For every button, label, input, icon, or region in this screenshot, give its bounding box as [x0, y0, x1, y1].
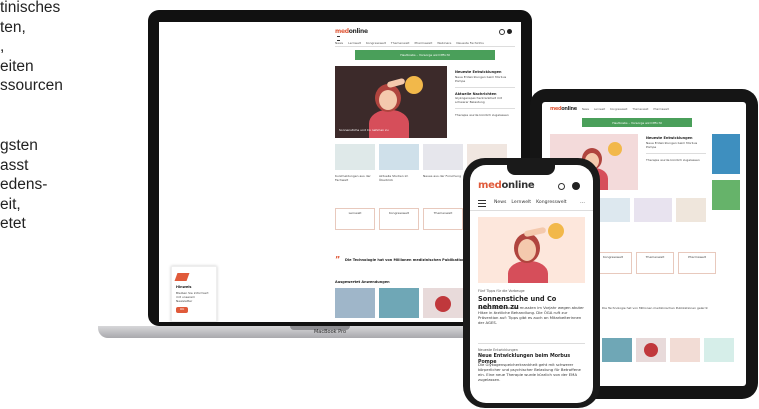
laptop-logo[interactable]: medonline — [335, 28, 368, 35]
section-heading: Ausgewertet Anwendungen — [335, 280, 390, 284]
article-thumbnail[interactable] — [704, 338, 734, 362]
laptop-nav: News Lernwelt Kongresswelt Themenwelt Ph… — [335, 41, 484, 45]
nav-item-news[interactable]: News — [494, 200, 506, 205]
popup-button-label: OK — [179, 307, 185, 311]
side-news-list: Neueste Entwicklungen Neue Entwicklungen… — [455, 70, 515, 117]
phone-logo[interactable]: medonline — [478, 180, 535, 191]
logo-online: online — [561, 106, 577, 112]
left-text-line: ssourcen — [0, 77, 63, 95]
phone-nav: News Lernwelt Kongresswelt — [494, 200, 567, 205]
nav-item[interactable]: Lernwelt — [348, 41, 361, 45]
left-text-line: gsten — [0, 136, 38, 154]
more-icon[interactable]: … — [580, 199, 585, 205]
user-icon[interactable] — [572, 182, 580, 190]
tablet-quote-text: Die Technologie hat von Millionen medizi… — [602, 306, 708, 310]
left-text-column: tinisches ten, , eiten ssourcen gsten as… — [0, 0, 150, 234]
left-text-line: , — [0, 38, 5, 56]
article-thumbnail[interactable] — [634, 198, 672, 222]
nav-item[interactable]: Kongresswelt — [366, 41, 386, 45]
tablet-ad-box[interactable] — [712, 134, 740, 174]
logo-med: med — [335, 28, 349, 35]
nav-item[interactable]: Pharmawelt — [414, 41, 432, 45]
article-thumbnail[interactable] — [335, 288, 375, 318]
article-thumbnail[interactable] — [423, 288, 463, 318]
cookie-popup[interactable]: Hinweis Bleiben Sie informiert mit unser… — [171, 266, 217, 322]
sun-icon — [548, 223, 564, 239]
article-teaser: Rund 2.500 Personen mussten im Vorjahr w… — [478, 305, 584, 325]
banner-text: Hautkrebs – Vorsorge wird Pflicht — [612, 121, 662, 125]
search-icon[interactable] — [499, 29, 505, 35]
nav-item-lernwelt[interactable]: Lernwelt — [511, 200, 531, 205]
left-text-line: eit, — [0, 195, 21, 213]
article-thumbnail[interactable] — [379, 144, 419, 170]
user-icon[interactable] — [507, 29, 512, 34]
quote-icon: ” — [335, 255, 341, 264]
chip-label: Kongresswelt — [603, 255, 623, 259]
left-text-line: eiten — [0, 57, 34, 75]
phone-hero-image[interactable] — [478, 217, 585, 283]
chip-lernwelt[interactable]: Lernwelt — [335, 208, 375, 230]
logo-med: med — [550, 106, 562, 112]
banner-text: Hautkrebs – Vorsorge wird Pflicht — [400, 53, 450, 57]
chip-label: Themenwelt — [645, 255, 665, 259]
logo-online: online — [501, 180, 535, 191]
search-icon[interactable] — [558, 183, 565, 190]
sun-icon — [405, 76, 423, 94]
article-kicker: Fünf Tipps für die Vorbeuge — [478, 289, 525, 293]
article-thumbnail[interactable] — [335, 144, 375, 170]
tablet-banner-ad[interactable]: Hautkrebs – Vorsorge wird Pflicht — [582, 118, 692, 127]
chip-label: Kongresswelt — [389, 211, 409, 215]
article-thumbnail[interactable] — [636, 338, 666, 362]
nav-item[interactable]: Webinare — [437, 41, 451, 45]
tablet-logo[interactable]: medonline — [550, 106, 577, 112]
tablet-chip[interactable]: Pharmawelt — [678, 252, 716, 274]
left-text-line: etet — [0, 215, 26, 233]
popup-ok-button[interactable]: OK — [176, 307, 188, 313]
nav-item[interactable]: Themenwelt — [391, 41, 410, 45]
hero-article-image[interactable]: Sonnenstiche und Co nehmen zu — [335, 66, 447, 138]
left-text-line: ten, — [0, 18, 26, 36]
menu-icon[interactable] — [478, 200, 486, 207]
logo-med: med — [478, 180, 502, 191]
article-thumbnail[interactable] — [670, 338, 700, 362]
chip-label: Themenwelt — [433, 211, 453, 215]
menu-icon[interactable] — [337, 36, 340, 41]
phone-screen: medonline News Lernwelt Kongresswelt … F… — [470, 165, 593, 403]
left-text-line: tinisches — [0, 0, 61, 16]
nav-item-kongresswelt[interactable]: Kongresswelt — [536, 200, 566, 205]
chip-kongresswelt[interactable]: Kongresswelt — [379, 208, 419, 230]
article-thumbnail[interactable] — [423, 144, 463, 170]
article-thumbnail[interactable] — [602, 338, 632, 362]
nav-item[interactable]: News — [335, 41, 343, 45]
banner-ad[interactable]: Hautkrebs – Vorsorge wird Pflicht — [355, 50, 495, 60]
left-text-line: asst — [0, 156, 29, 174]
article-teaser: Die Glykogenspeicherkrankheit geht mit s… — [478, 362, 581, 382]
popup-title: Hinweis — [176, 285, 192, 289]
phone-notch — [507, 165, 555, 175]
tablet-nav: News Lernwelt Kongresswelt Themenwelt Pharma… — [582, 108, 669, 111]
chip-themenwelt[interactable]: Themenwelt — [423, 208, 463, 230]
laptop-model-label: MacBook Pro — [313, 329, 347, 335]
article-thumbnail[interactable] — [379, 288, 419, 318]
nav-item[interactable]: Neueste Fachinfos — [456, 41, 483, 45]
paper-plane-icon — [174, 273, 190, 281]
article-thumbnail[interactable] — [676, 198, 706, 222]
tablet-chip[interactable]: Themenwelt — [636, 252, 674, 274]
tablet-side-news: Neueste Entwicklungen Neue Entwicklungen… — [646, 136, 706, 162]
tablet-ad-box[interactable] — [712, 180, 740, 210]
chip-label: Lernwelt — [348, 211, 362, 215]
chip-label: Pharmawelt — [688, 255, 706, 259]
article-kicker: Neueste Entwicklungen — [478, 348, 518, 352]
left-text-line: edens- — [0, 176, 48, 194]
logo-online: online — [348, 28, 368, 35]
